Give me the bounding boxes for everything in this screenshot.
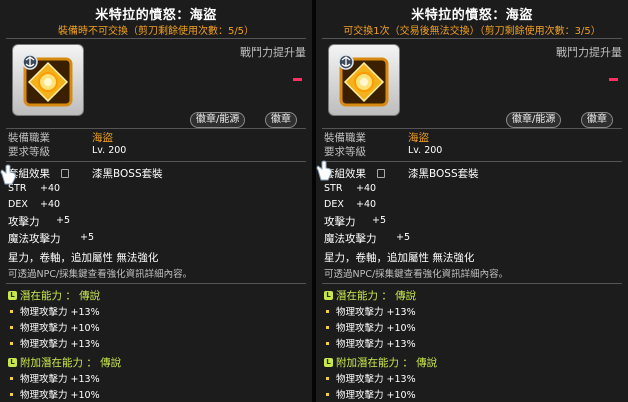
divider [322,38,622,39]
emblem-button[interactable]: 徽章 [581,112,613,128]
bonus-potential-line: 物理攻擊力 +10% [336,390,416,401]
bullet-icon [326,310,329,313]
stat-value: +5 [396,232,411,243]
enhance-flags: 星力，卷軸，追加屬性 無法強化 [324,252,475,264]
bullet-icon [10,342,13,345]
lock-icon [61,169,69,178]
bonus-potential-line: 物理攻擊力 +13% [20,374,100,385]
bullet-icon [326,377,329,380]
combat-power-change [609,78,618,81]
legendary-badge-icon: L [324,358,333,367]
bonus-potential-title: 附加潛在能力 ： 傳說 [336,357,438,369]
lock-icon [377,169,385,178]
trade-status: 可交換1次（交易後無法交換）（剪刀剩餘使用次數：3/5） [343,26,601,37]
job-label: 裝備職業 [324,132,366,144]
divider [322,128,622,129]
emblem-item-icon [338,54,389,107]
job-label: 裝備職業 [8,132,50,144]
level-value: Lv. 200 [92,145,127,156]
divider [322,283,622,284]
bonus-potential-title: 附加潛在能力 ： 傳說 [20,357,122,369]
bullet-icon [326,342,329,345]
bullet-icon [10,377,13,380]
trade-status: 裝備時不可交換（剪刀剩餘使用次數：5/5） [57,26,255,37]
legendary-badge-icon: L [8,291,17,300]
enhance-flags: 星力，卷軸，追加屬性 無法強化 [8,252,159,264]
potential-line: 物理攻擊力 +13% [20,339,100,350]
item-title: 米特拉的憤怒：海盜 [411,8,533,23]
stat-value: +5 [80,232,95,243]
potential-line: 物理攻擊力 +10% [20,323,100,334]
potential-line: 物理攻擊力 +13% [336,339,416,350]
bonus-potential-line: 物理攻擊力 +10% [20,390,100,401]
set-effect-value: 漆黑BOSS套裝 [408,168,479,180]
hand-cursor-icon [316,160,332,181]
emblem-item-icon [22,54,73,107]
potential-line: 物理攻擊力 +13% [336,307,416,318]
item-icon-frame [12,44,84,116]
level-label: 要求等級 [324,146,366,158]
combat-power-label: 戰鬥力提升量 [556,46,622,59]
stat-name: DEX [324,199,344,210]
level-label: 要求等級 [8,146,50,158]
emblem-energy-button[interactable]: 徽章/能源 [506,112,562,128]
potential-title: 潛在能力 ： 傳說 [20,290,101,302]
stat-name: 攻擊力 [324,216,356,228]
potential-title: 潛在能力 ： 傳說 [336,290,417,302]
job-value: 海盜 [92,132,113,144]
divider [322,161,622,162]
stat-value: +40 [40,199,61,210]
stat-name: 魔法攻擊力 [8,233,61,245]
combat-power-change [293,78,302,81]
job-value: 海盜 [408,132,429,144]
divider [6,38,306,39]
divider [6,161,306,162]
bullet-icon [10,310,13,313]
emblem-button[interactable]: 徽章 [265,112,297,128]
item-tooltip-left: 米特拉的憤怒：海盜 裝備時不可交換（剪刀剩餘使用次數：5/5） 戰鬥力提升量 徽… [0,0,312,402]
bullet-icon [10,393,13,396]
bullet-icon [10,326,13,329]
potential-line: 物理攻擊力 +10% [336,323,416,334]
bonus-potential-line: 物理攻擊力 +13% [336,374,416,385]
hand-cursor-icon [0,164,16,185]
divider [6,283,306,284]
emblem-energy-button[interactable]: 徽章/能源 [190,112,246,128]
stat-name: DEX [8,199,28,210]
item-title: 米特拉的憤怒：海盜 [95,8,217,23]
stat-value: +5 [56,215,71,226]
stat-name: 魔法攻擊力 [324,233,377,245]
set-effect-value: 漆黑BOSS套裝 [92,168,163,180]
potential-line: 物理攻擊力 +13% [20,307,100,318]
item-icon-frame [328,44,400,116]
stat-value: +40 [40,183,61,194]
level-value: Lv. 200 [408,145,443,156]
stat-value: +5 [372,215,387,226]
enhance-hint: 可透過NPC/採集鍵查看強化資訊詳細內容。 [324,269,509,280]
item-tooltip-right: 米特拉的憤怒：海盜 可交換1次（交易後無法交換）（剪刀剩餘使用次數：3/5） 戰… [316,0,628,402]
stat-value: +40 [356,199,377,210]
stat-name: 攻擊力 [8,216,40,228]
combat-power-label: 戰鬥力提升量 [240,46,306,59]
stat-value: +40 [356,183,377,194]
stat-name: STR [324,183,343,194]
legendary-badge-icon: L [324,291,333,300]
bullet-icon [326,326,329,329]
enhance-hint: 可透過NPC/採集鍵查看強化資訊詳細內容。 [8,269,193,280]
divider [6,128,306,129]
bullet-icon [326,393,329,396]
legendary-badge-icon: L [8,358,17,367]
